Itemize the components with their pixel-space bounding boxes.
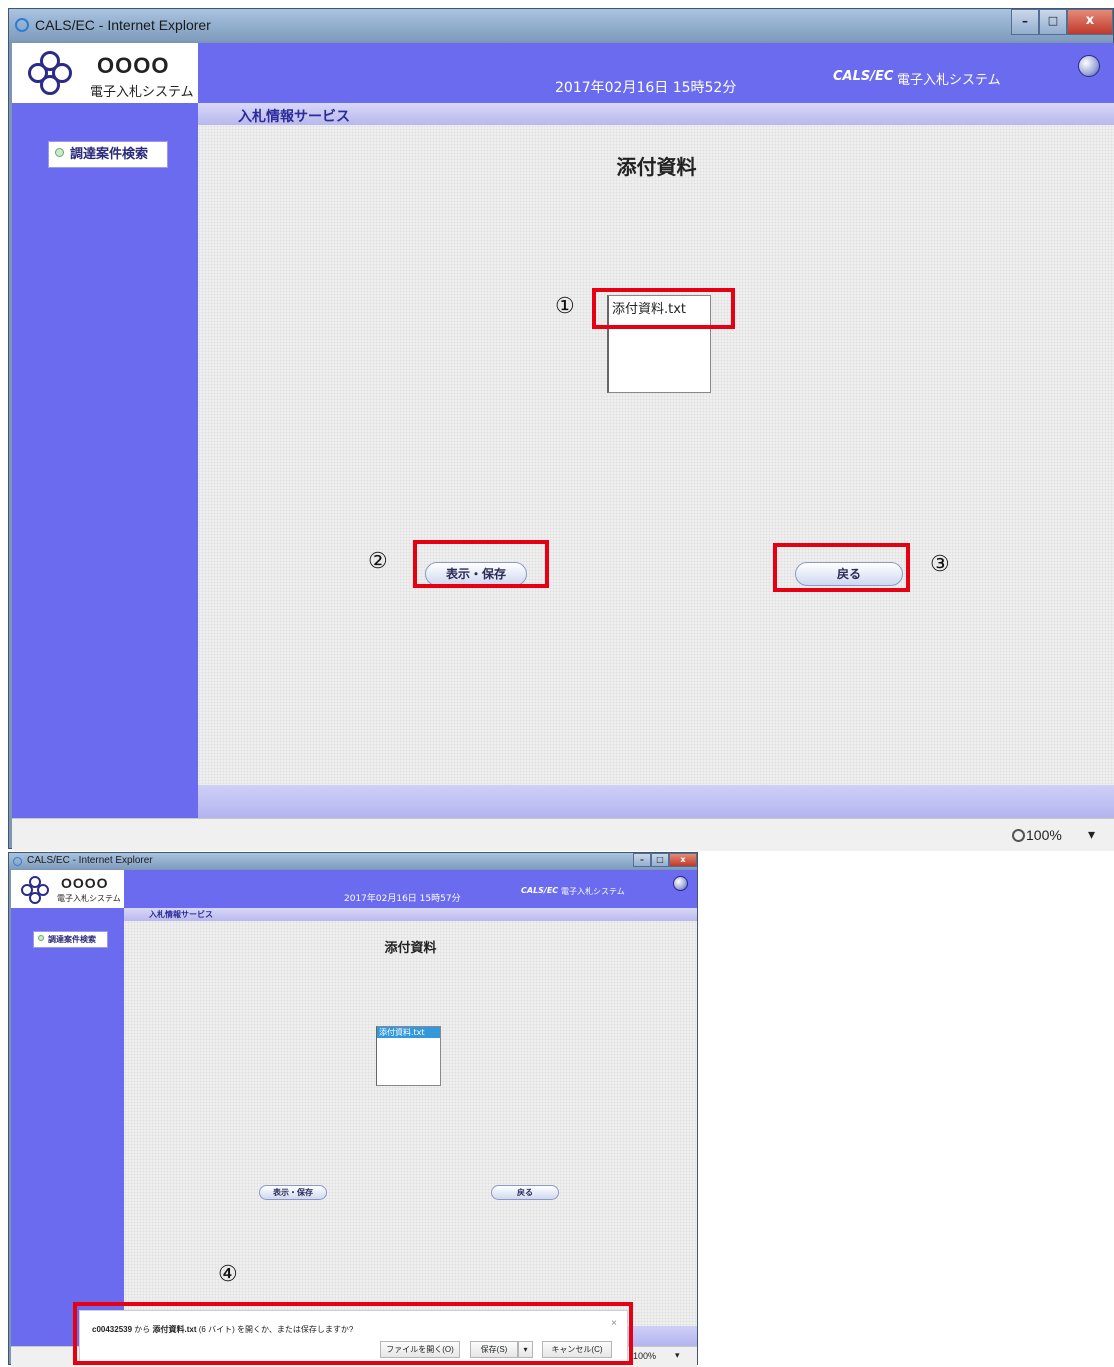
minimize-button[interactable]: –	[1011, 9, 1039, 35]
logo-area: OOOO 電子入札システム	[12, 43, 198, 103]
annotation-1: ①	[555, 294, 575, 319]
window-title: CALS/EC - Internet Explorer	[27, 855, 153, 866]
status-bar: 100% ▾	[12, 818, 1114, 851]
view-save-button[interactable]: 表示・保存	[259, 1185, 327, 1200]
close-button[interactable]: x	[1067, 9, 1113, 35]
page-title: 添付資料	[384, 941, 437, 956]
logo-name: 電子入札システム	[57, 894, 121, 903]
logo-code: OOOO	[97, 53, 170, 78]
help-icon[interactable]	[1078, 55, 1100, 77]
annotation-4: ④	[218, 1262, 238, 1287]
zoom-icon[interactable]	[1012, 829, 1025, 842]
header-brand: CALS/EC	[521, 886, 559, 895]
logo-area: OOOO 電子入札システム	[11, 870, 124, 908]
zoom-dropdown-icon[interactable]: ▾	[675, 1350, 680, 1361]
annotation-3: ③	[930, 552, 950, 577]
window-titlebar[interactable]: CALS/EC - Internet Explorer – □ x	[9, 853, 697, 869]
bullet-icon	[38, 935, 44, 941]
page-content: OOOO 電子入札システム 調達案件検索 2017年02月16日 15時57分 …	[11, 870, 697, 1346]
page-content: OOOO 電子入札システム 調達案件検索 2017年02月16日 15時52分 …	[12, 43, 1114, 818]
attachment-listbox[interactable]: 添付資料.txt	[376, 1026, 441, 1086]
maximize-button[interactable]: □	[651, 853, 669, 867]
service-bar-label: 入札情報サービス	[238, 109, 350, 125]
page-title: 添付資料	[616, 155, 697, 179]
procurement-search-label: 調達案件検索	[70, 147, 149, 162]
highlight-box-3	[773, 543, 910, 592]
main-panel: 添付資料 添付資料.txt 表示・保存 戻る	[124, 921, 697, 1326]
window-controls: – □ x	[633, 853, 697, 867]
zoom-level[interactable]: 100%	[633, 1351, 656, 1361]
service-bar: 入札情報サービス	[198, 103, 1114, 125]
minimize-button[interactable]: –	[633, 853, 651, 867]
bullet-icon	[55, 148, 64, 157]
service-bar: 入札情報サービス	[124, 908, 697, 921]
browser-window-main: CALS/EC - Internet Explorer – □ x OOOO 電…	[8, 8, 1114, 851]
header-system-name: 電子入札システム	[897, 73, 1001, 88]
procurement-search-label: 調達案件検索	[48, 935, 96, 944]
header-brand: CALS/EC	[833, 69, 894, 84]
back-button[interactable]: 戻る	[491, 1185, 559, 1200]
help-icon[interactable]	[673, 876, 688, 891]
highlight-box-4	[73, 1302, 633, 1365]
annotation-2: ②	[368, 549, 388, 574]
logo-mark-icon	[28, 51, 72, 95]
zoom-dropdown-icon[interactable]: ▾	[1088, 826, 1095, 843]
header-system-name: 電子入札システム	[561, 887, 625, 896]
window-titlebar[interactable]: CALS/EC - Internet Explorer – □ x	[9, 9, 1113, 41]
procurement-search-button[interactable]: 調達案件検索	[33, 931, 108, 948]
ie-logo-icon	[15, 18, 29, 32]
header-datetime: 2017年02月16日 15時57分	[344, 894, 461, 904]
header-datetime: 2017年02月16日 15時52分	[555, 80, 737, 96]
header-band: 2017年02月16日 15時57分 CALS/EC 電子入札システム	[124, 870, 697, 908]
ie-logo-icon	[13, 857, 22, 866]
close-button[interactable]: x	[669, 853, 697, 867]
service-bar-label: 入札情報サービス	[149, 910, 213, 919]
procurement-search-button[interactable]: 調達案件検索	[48, 141, 168, 168]
highlight-box-2	[413, 540, 549, 588]
logo-code: OOOO	[61, 875, 109, 891]
browser-window-download: CALS/EC - Internet Explorer – □ x OOOO 電…	[8, 852, 698, 1367]
window-title: CALS/EC - Internet Explorer	[35, 17, 211, 33]
main-panel: 添付資料 添付資料.txt 表示・保存 戻る	[198, 125, 1114, 785]
logo-mark-icon	[21, 876, 49, 904]
logo-name: 電子入札システム	[90, 85, 194, 100]
window-controls: – □ x	[1011, 9, 1113, 35]
footer-bar	[198, 785, 1114, 818]
zoom-level[interactable]: 100%	[1026, 827, 1062, 843]
attachment-list-item[interactable]: 添付資料.txt	[377, 1027, 440, 1038]
maximize-button[interactable]: □	[1039, 9, 1067, 35]
header-band: 2017年02月16日 15時52分 CALS/EC 電子入札システム	[198, 43, 1114, 103]
highlight-box-1	[592, 288, 735, 329]
